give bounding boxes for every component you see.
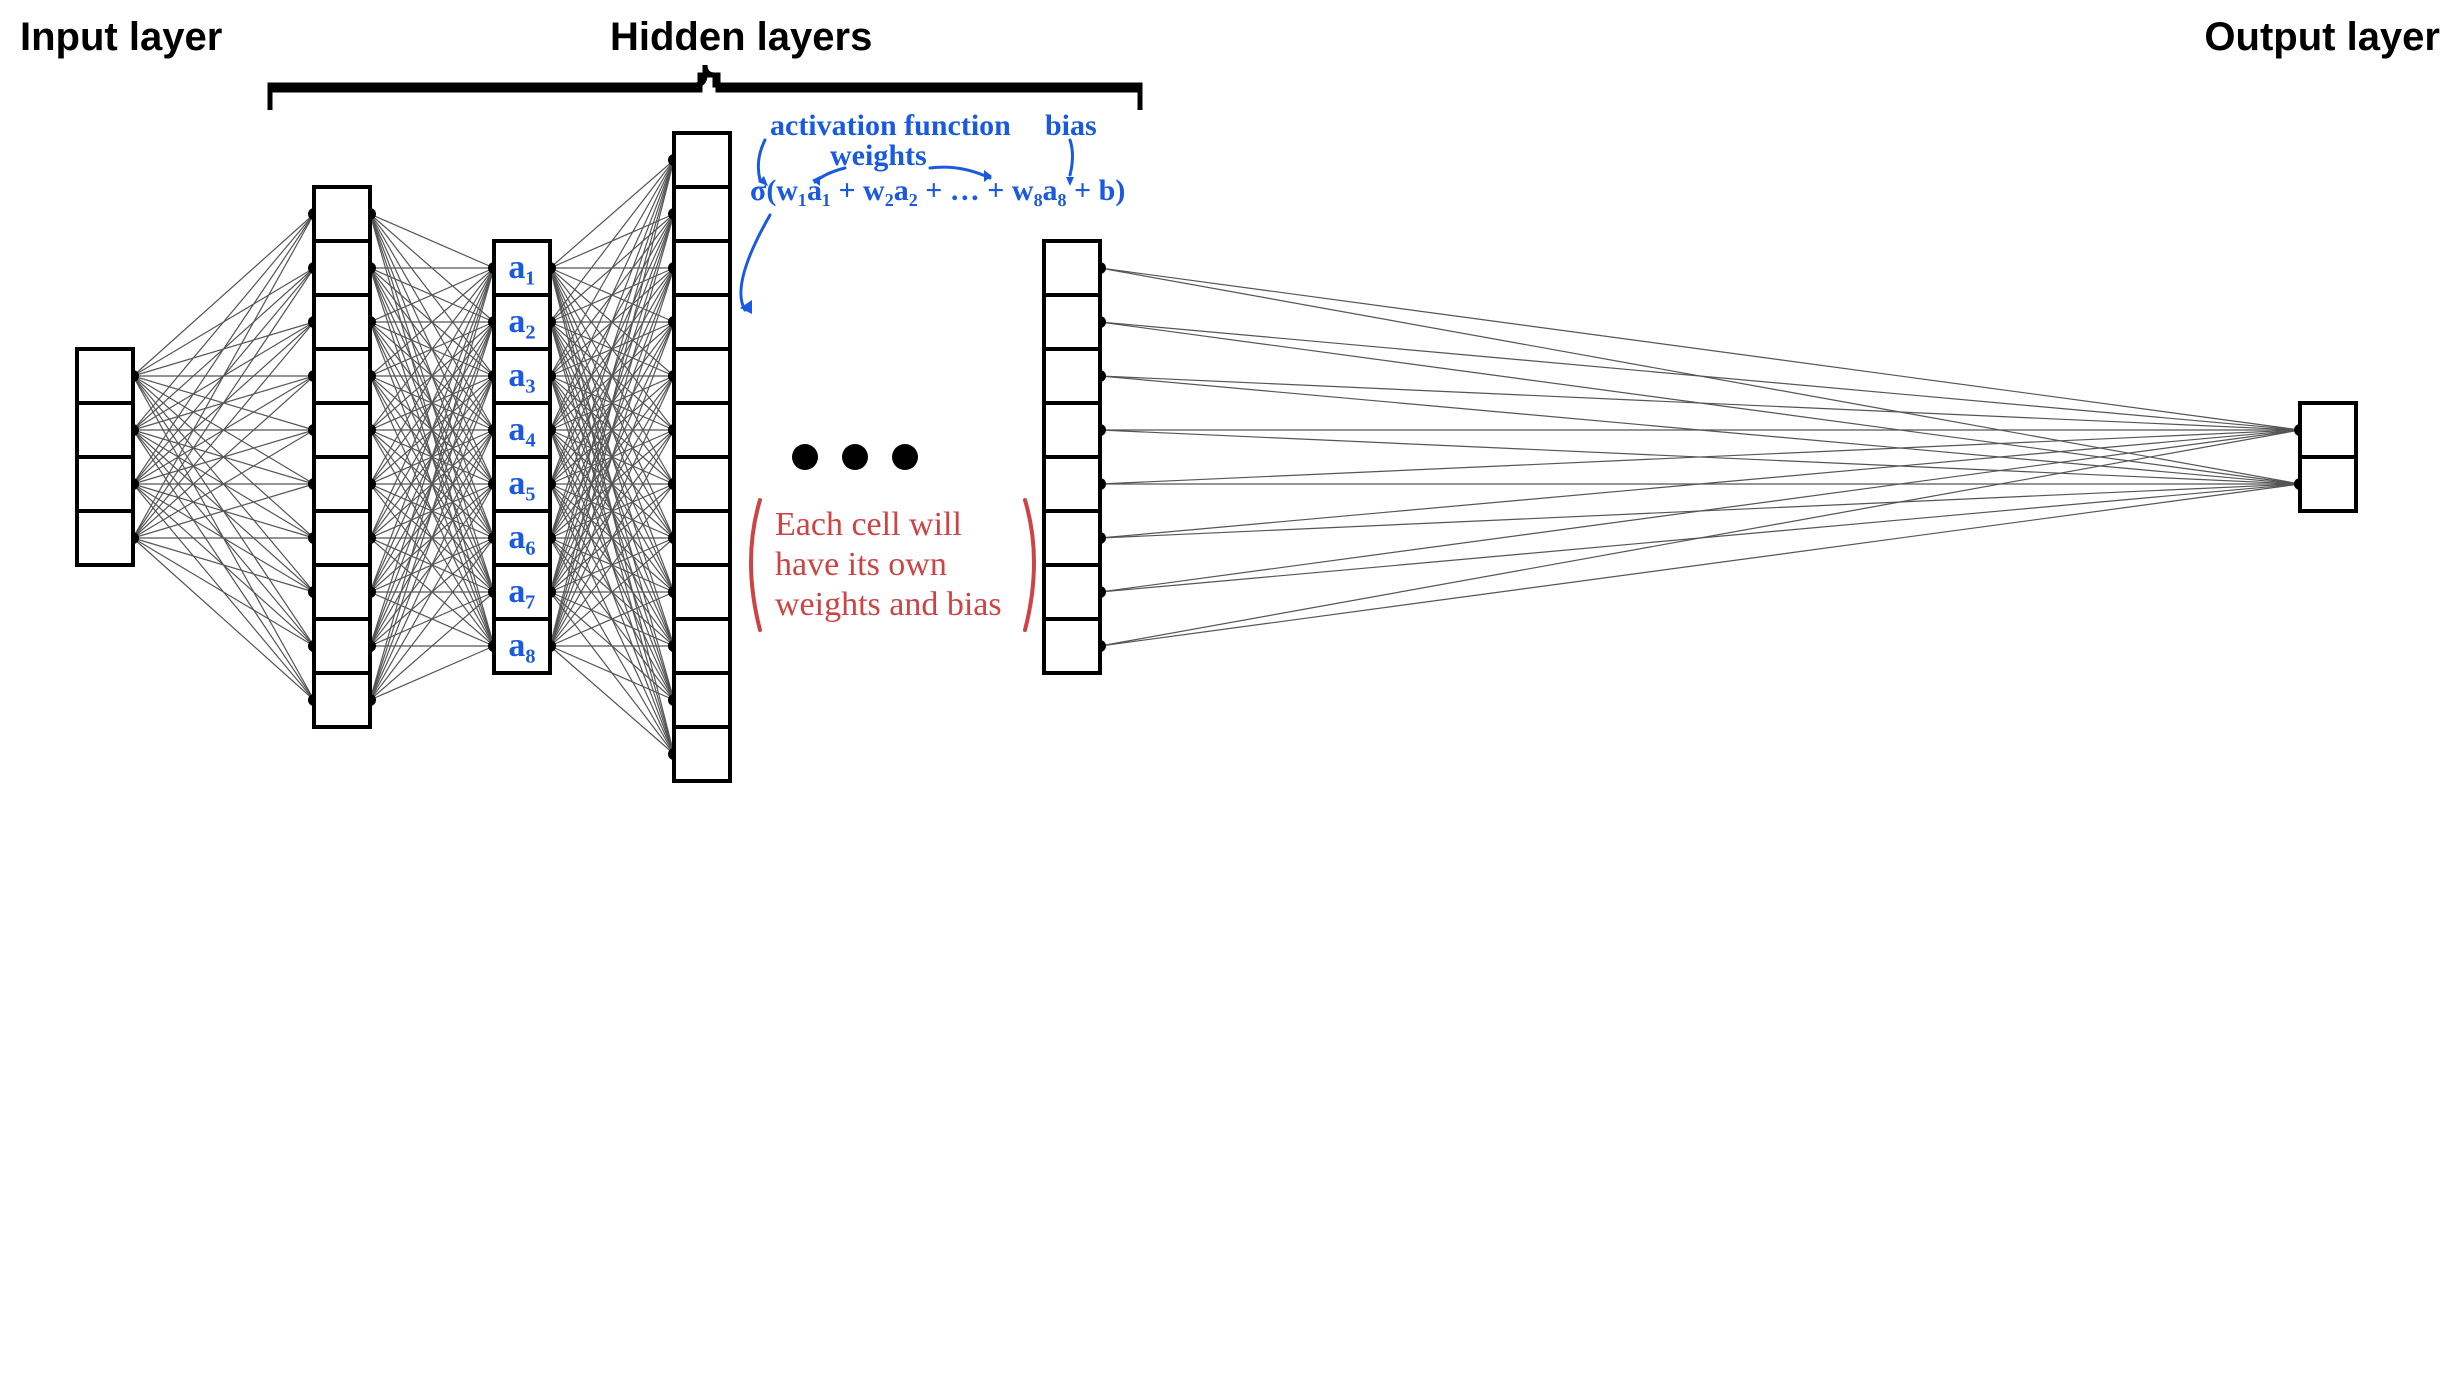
edge xyxy=(133,268,314,538)
annotation-bias: bias xyxy=(1045,109,1097,142)
hlast-cell xyxy=(1044,295,1100,349)
edge xyxy=(133,538,314,700)
hlast-cell xyxy=(1044,619,1100,673)
edge xyxy=(550,160,674,538)
h1-cell xyxy=(314,565,370,619)
h3-cell xyxy=(674,457,730,511)
h3-cell xyxy=(674,727,730,781)
output-cell xyxy=(2300,403,2356,457)
edges-all xyxy=(133,160,2300,754)
edge xyxy=(133,538,314,592)
input-cell xyxy=(77,403,133,457)
h3-cell xyxy=(674,673,730,727)
output-cell xyxy=(2300,457,2356,511)
red-line-3: weights and bias xyxy=(775,586,1002,623)
edge xyxy=(133,214,314,376)
activation-label: a₈ xyxy=(508,627,535,664)
edge xyxy=(133,214,314,484)
input-cell xyxy=(77,511,133,565)
edge xyxy=(550,646,674,754)
activation-label: a₃ xyxy=(508,357,535,394)
edge xyxy=(1100,268,2300,430)
layer-hidden-1 xyxy=(314,187,370,727)
edge xyxy=(550,160,674,322)
edge xyxy=(550,160,674,268)
title-output: Output layer xyxy=(2204,15,2440,59)
h3-cell xyxy=(674,565,730,619)
input-cell xyxy=(77,349,133,403)
h3-cell xyxy=(674,187,730,241)
input-cell xyxy=(77,457,133,511)
arrow-bias xyxy=(1070,140,1073,175)
h1-cell xyxy=(314,349,370,403)
hlast-cell xyxy=(1044,565,1100,619)
ellipsis-icon xyxy=(792,444,918,470)
layer-output xyxy=(2300,403,2356,511)
red-paren-right xyxy=(1025,500,1034,630)
edge xyxy=(370,430,494,700)
layer-hidden-last xyxy=(1044,241,1100,673)
title-input: Input layer xyxy=(20,15,222,59)
hidden-brace xyxy=(270,65,1140,105)
h1-cell xyxy=(314,187,370,241)
hlast-cell xyxy=(1044,349,1100,403)
annotation-red-note: Each cell will have its own weights and … xyxy=(751,500,1034,630)
edge xyxy=(550,160,674,430)
activation-label: a₅ xyxy=(508,465,535,502)
h3-cell xyxy=(674,349,730,403)
hlast-cell xyxy=(1044,457,1100,511)
edge xyxy=(133,538,314,646)
layer-input xyxy=(77,349,133,565)
annotation-activation: activation function xyxy=(770,109,1011,142)
h1-cell xyxy=(314,511,370,565)
arrow-formula-to-cell xyxy=(741,215,770,310)
edge xyxy=(370,646,494,700)
red-line-2: have its own xyxy=(775,546,947,583)
h1-cell xyxy=(314,457,370,511)
h1-cell xyxy=(314,241,370,295)
h1-cell xyxy=(314,673,370,727)
edge xyxy=(1100,322,2300,430)
hlast-cell xyxy=(1044,403,1100,457)
edge xyxy=(370,214,494,268)
red-line-1: Each cell will xyxy=(775,506,962,543)
edge xyxy=(370,322,494,700)
connection-dots xyxy=(127,154,2306,760)
h3-cell xyxy=(674,619,730,673)
h3-cell xyxy=(674,295,730,349)
edge xyxy=(550,646,674,700)
layer-hidden-2: a₁ a₂ a₃ a₄ a₅ a₆ a₇ a₈ xyxy=(494,241,550,673)
edge xyxy=(133,214,314,430)
edge xyxy=(550,160,674,646)
edge xyxy=(370,538,494,700)
title-hidden: Hidden layers xyxy=(610,15,872,59)
edge xyxy=(1100,430,2300,592)
red-paren-left xyxy=(751,500,760,630)
h1-cell xyxy=(314,403,370,457)
activation-label: a₄ xyxy=(508,411,535,448)
activation-label: a₁ xyxy=(508,249,535,286)
h3-cell xyxy=(674,403,730,457)
activation-label: a₂ xyxy=(508,303,535,340)
edge xyxy=(1100,484,2300,646)
layer-hidden-3 xyxy=(674,133,730,781)
edge xyxy=(1100,430,2300,646)
hlast-cell xyxy=(1044,511,1100,565)
h3-cell xyxy=(674,511,730,565)
activation-label: a₇ xyxy=(508,573,535,610)
activation-label: a₆ xyxy=(508,519,535,556)
edge xyxy=(1100,376,2300,430)
h3-cell xyxy=(674,133,730,187)
h1-cell xyxy=(314,619,370,673)
diagram-root: Input layer Hidden layers Output layer a… xyxy=(0,0,2460,1378)
h3-cell xyxy=(674,241,730,295)
hlast-cell xyxy=(1044,241,1100,295)
h1-cell xyxy=(314,295,370,349)
